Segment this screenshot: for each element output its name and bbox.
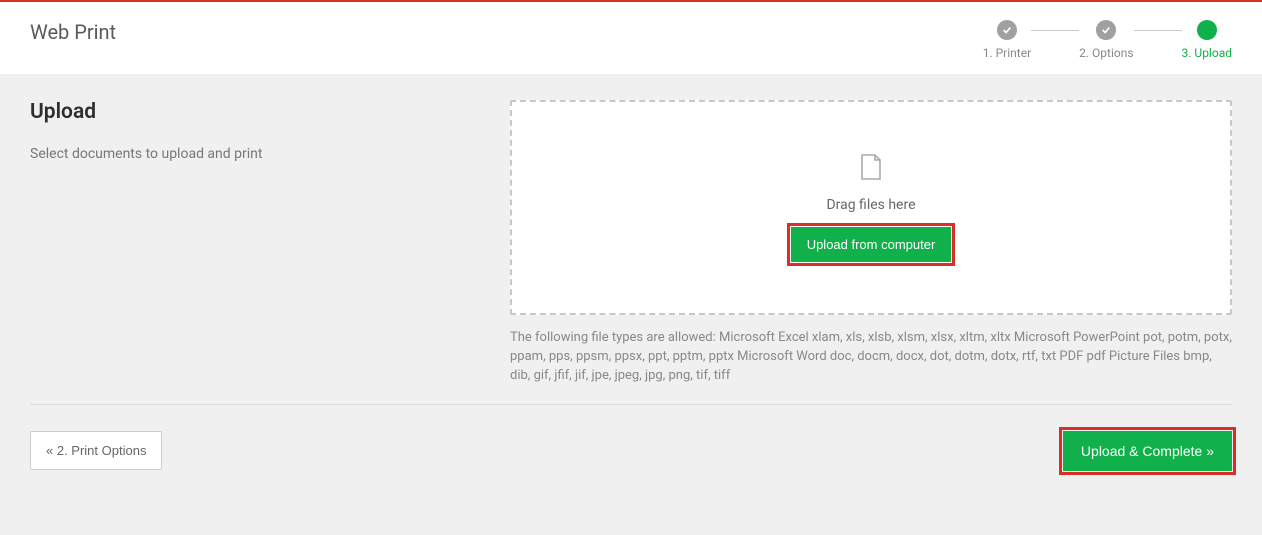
upload-complete-button[interactable]: Upload & Complete » — [1063, 431, 1232, 471]
upload-from-computer-button[interactable]: Upload from computer — [791, 227, 952, 262]
section-subtitle: Select documents to upload and print — [30, 146, 470, 162]
allowed-file-types: The following file types are allowed: Mi… — [510, 329, 1232, 386]
step-label: 2. Options — [1079, 46, 1133, 60]
section-title: Upload — [30, 100, 470, 124]
file-dropzone[interactable]: Drag files here Upload from computer — [510, 100, 1232, 315]
header: Web Print 1. Printer 2. Options 3. Uploa… — [0, 2, 1262, 74]
footer-actions: « 2. Print Options Upload & Complete » — [30, 404, 1232, 497]
step-options[interactable]: 2. Options — [1079, 20, 1133, 60]
step-connector — [1031, 30, 1079, 31]
check-icon — [997, 20, 1017, 40]
step-printer[interactable]: 1. Printer — [983, 20, 1031, 60]
page-title: Web Print — [30, 20, 116, 44]
step-label: 1. Printer — [983, 46, 1031, 60]
upload-panel: Drag files here Upload from computer The… — [510, 100, 1232, 386]
step-label: 3. Upload — [1182, 46, 1232, 60]
content-area: Upload Select documents to upload and pr… — [0, 74, 1262, 404]
file-icon — [857, 153, 885, 185]
upload-description: Upload Select documents to upload and pr… — [30, 100, 470, 386]
check-icon — [1096, 20, 1116, 40]
active-step-icon — [1197, 20, 1217, 40]
step-upload[interactable]: 3. Upload — [1182, 20, 1232, 60]
back-button[interactable]: « 2. Print Options — [30, 431, 162, 470]
step-connector — [1134, 30, 1182, 31]
progress-stepper: 1. Printer 2. Options 3. Upload — [983, 20, 1232, 60]
drag-instruction: Drag files here — [826, 197, 915, 213]
